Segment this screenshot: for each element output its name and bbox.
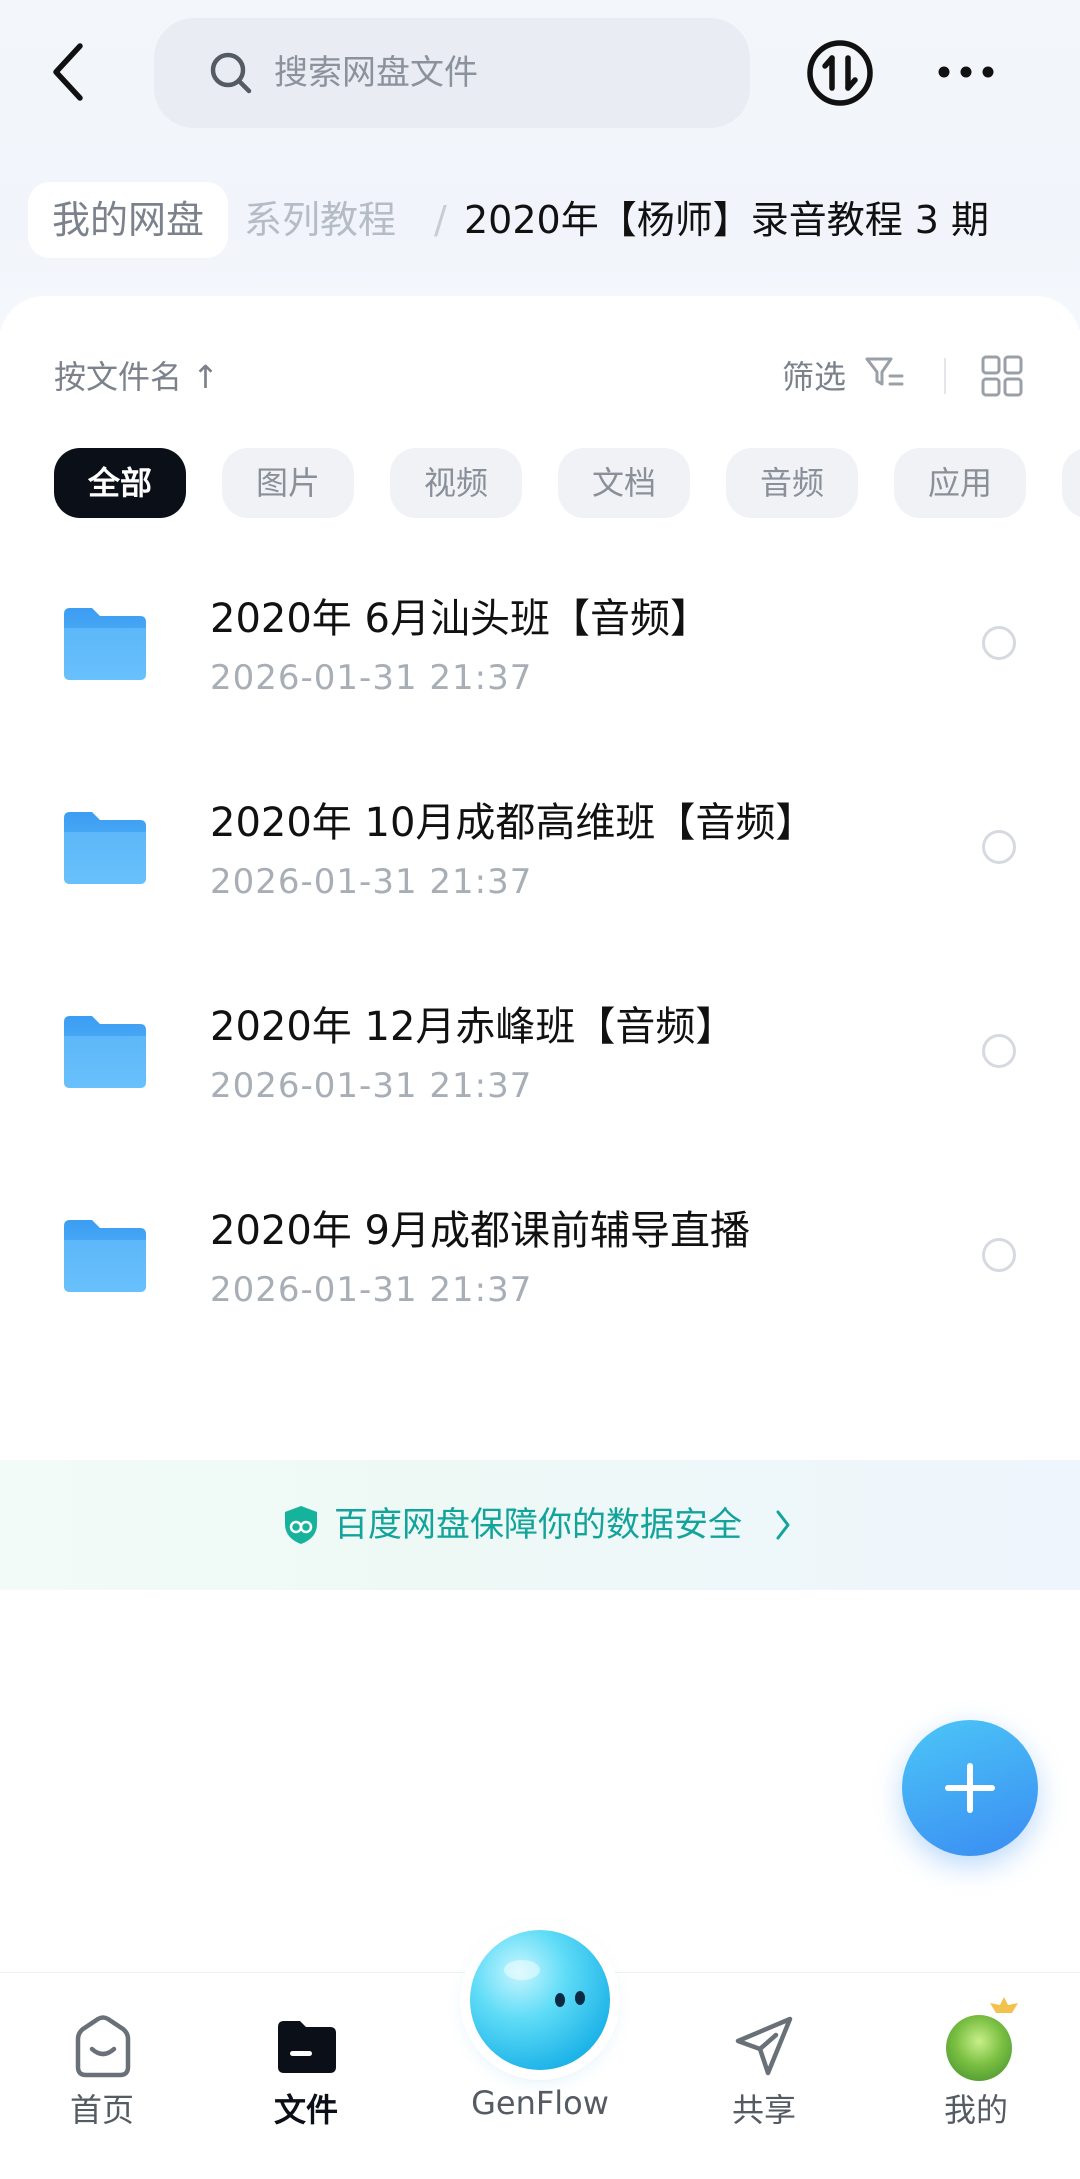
home-icon xyxy=(75,2015,131,2078)
chip-apps[interactable]: 应用 xyxy=(894,448,1026,518)
grid-view-icon[interactable] xyxy=(980,354,1024,398)
tab-genflow-label: GenFlow xyxy=(471,2084,609,2122)
file-list-card: 按文件名 ↑ 筛选 全部 图片 视频 文档 音频 应用 2020年 6月汕头班【… xyxy=(0,296,1080,1976)
tab-files-label: 文件 xyxy=(273,2091,338,2129)
category-chips: 全部 图片 视频 文档 音频 应用 xyxy=(54,448,1080,518)
select-radio[interactable] xyxy=(982,626,1016,660)
shield-icon xyxy=(285,1506,317,1544)
tab-share[interactable]: 共享 xyxy=(684,1973,844,2179)
search-placeholder: 搜索网盘文件 xyxy=(274,53,478,93)
file-row[interactable]: 2020年 10月成都高维班【音频】 2026-01-31 21:37 xyxy=(0,762,1080,966)
more-dots-icon xyxy=(938,66,994,78)
chip-more[interactable] xyxy=(1062,448,1080,518)
tab-home[interactable]: 首页 xyxy=(22,1973,182,2179)
crown-icon xyxy=(990,1997,1018,2013)
breadcrumb-parent[interactable]: 系列教程 xyxy=(244,188,396,252)
chip-audio[interactable]: 音频 xyxy=(726,448,858,518)
tab-share-label: 共享 xyxy=(731,2091,796,2129)
breadcrumb-root[interactable]: 我的网盘 xyxy=(28,182,229,258)
breadcrumb-current: 2020年【杨师】录音教程 3 期 xyxy=(464,198,990,242)
sort-by-name-button[interactable]: 按文件名 ↑ xyxy=(54,352,219,398)
tab-me[interactable]: 我的 xyxy=(896,1973,1056,2179)
back-button[interactable] xyxy=(44,40,94,104)
filter-icon[interactable] xyxy=(864,354,904,394)
folder-icon xyxy=(64,608,146,680)
folder-icon xyxy=(64,1016,146,1088)
file-row[interactable]: 2020年 6月汕头班【音频】 2026-01-31 21:37 xyxy=(0,558,1080,762)
chip-videos[interactable]: 视频 xyxy=(390,448,522,518)
chip-documents[interactable]: 文档 xyxy=(558,448,690,518)
transfer-icon xyxy=(807,40,873,106)
folder-icon xyxy=(64,812,146,884)
file-modified-date: 2026-01-31 21:37 xyxy=(210,1066,533,1106)
chevron-left-icon xyxy=(53,43,83,101)
avatar xyxy=(946,2015,1012,2081)
select-radio[interactable] xyxy=(982,830,1016,864)
genflow-button[interactable] xyxy=(470,1930,610,2070)
breadcrumb-separator: / xyxy=(434,198,447,242)
filter-button[interactable]: 筛选 xyxy=(782,352,846,398)
tab-home-label: 首页 xyxy=(69,2091,134,2129)
file-modified-date: 2026-01-31 21:37 xyxy=(210,862,533,902)
tab-files[interactable]: 文件 xyxy=(226,1973,386,2179)
file-name: 2020年 12月赤峰班【音频】 xyxy=(210,1004,736,1050)
select-radio[interactable] xyxy=(982,1034,1016,1068)
breadcrumb: 系列教程 我的网盘 / 2020年【杨师】录音教程 3 期 xyxy=(0,182,1080,258)
data-safety-banner[interactable]: 百度网盘保障你的数据安全 xyxy=(0,1460,1080,1590)
file-name: 2020年 6月汕头班【音频】 xyxy=(210,596,710,642)
search-icon xyxy=(210,52,252,94)
transfer-button[interactable] xyxy=(805,38,875,108)
add-button[interactable] xyxy=(902,1720,1038,1856)
toolbar-divider xyxy=(944,358,946,394)
plus-icon xyxy=(945,1763,995,1813)
folder-icon xyxy=(278,2021,336,2073)
file-modified-date: 2026-01-31 21:37 xyxy=(210,658,533,698)
folder-icon xyxy=(64,1220,146,1292)
more-button[interactable] xyxy=(932,52,1002,92)
select-radio[interactable] xyxy=(982,1238,1016,1272)
tab-me-label: 我的 xyxy=(943,2091,1008,2129)
share-icon xyxy=(735,2016,793,2076)
genflow-face-icon xyxy=(504,1960,585,2007)
safety-banner-text: 百度网盘保障你的数据安全 xyxy=(334,1505,742,1545)
file-name: 2020年 9月成都课前辅导直播 xyxy=(210,1208,750,1254)
chip-all[interactable]: 全部 xyxy=(54,448,186,518)
search-bar[interactable]: 搜索网盘文件 xyxy=(154,18,750,128)
file-row[interactable]: 2020年 12月赤峰班【音频】 2026-01-31 21:37 xyxy=(0,966,1080,1170)
chevron-right-icon xyxy=(776,1510,790,1540)
file-row[interactable]: 2020年 9月成都课前辅导直播 2026-01-31 21:37 xyxy=(0,1170,1080,1374)
chip-images[interactable]: 图片 xyxy=(222,448,354,518)
file-modified-date: 2026-01-31 21:37 xyxy=(210,1270,533,1310)
file-name: 2020年 10月成都高维班【音频】 xyxy=(210,800,816,846)
